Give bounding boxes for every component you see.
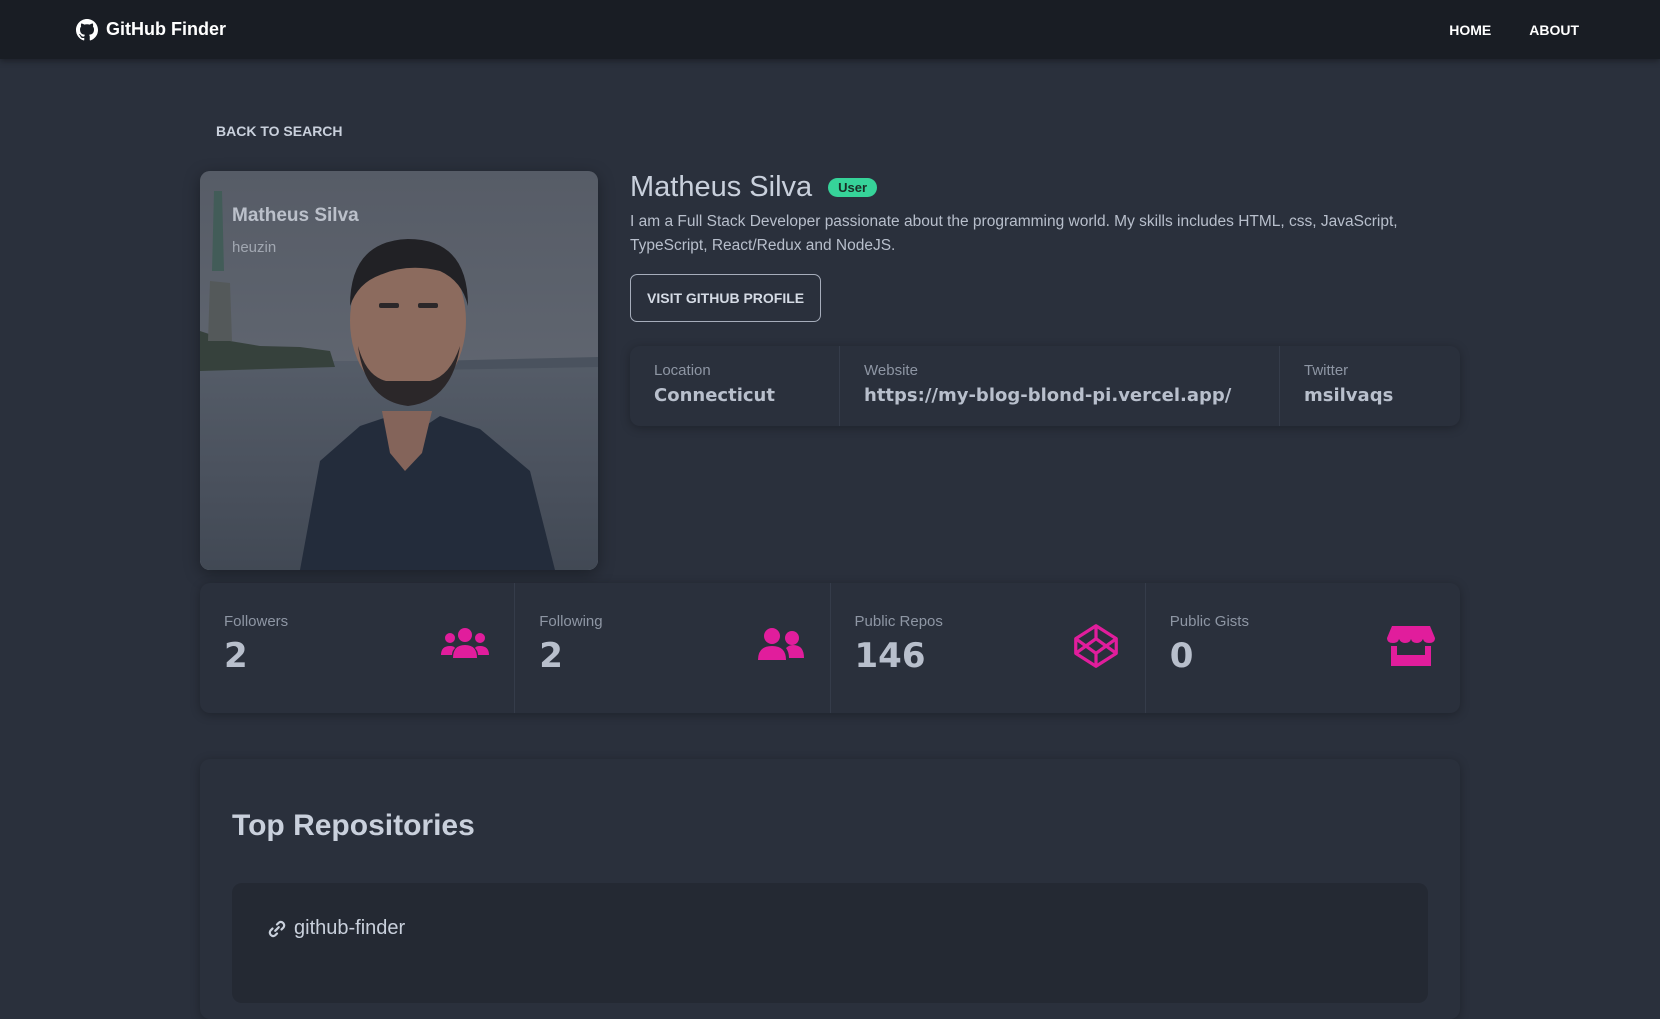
store-icon (1387, 626, 1435, 666)
repo-card[interactable]: github-finder (232, 883, 1428, 1003)
location-value: Connecticut (654, 385, 775, 406)
followers-stat: Followers 2 (200, 583, 516, 713)
back-to-search-button[interactable]: BACK TO SEARCH (200, 111, 359, 151)
following-stat: Following 2 (515, 583, 831, 713)
info-stats: Location Connecticut Website https://my-… (630, 346, 1460, 426)
website-link[interactable]: https://my-blog-blond-pi.vercel.app/ (864, 385, 1255, 406)
codepen-icon (1073, 624, 1118, 668)
website-stat: Website https://my-blog-blond-pi.vercel.… (840, 346, 1280, 426)
website-title: Website (864, 362, 918, 379)
name-row: Matheus Silva User (630, 171, 1460, 204)
twitter-link[interactable]: msilvaqs (1304, 385, 1436, 406)
twitter-title: Twitter (1304, 362, 1349, 379)
brand-label: GitHub Finder (106, 19, 226, 39)
repo-name[interactable]: github-finder (268, 917, 405, 940)
stats-bar: Followers 2 Following 2 Public Repos 146… (200, 583, 1460, 713)
twitter-stat: Twitter msilvaqs (1280, 346, 1460, 426)
gists-stat: Public Gists 0 (1146, 583, 1460, 713)
nav-about[interactable]: ABOUT (1516, 14, 1592, 46)
location-title: Location (654, 362, 711, 379)
nav-home[interactable]: HOME (1436, 14, 1504, 46)
link-icon (268, 920, 286, 937)
profile-details: Matheus Silva User I am a Full Stack Dev… (630, 171, 1460, 426)
repos-section-title: Top Repositories (232, 809, 475, 842)
location-stat: Location Connecticut (630, 346, 840, 426)
user-friends-icon (757, 628, 804, 660)
top-repositories: Top Repositories github-finder (200, 759, 1460, 1019)
repos-stat: Public Repos 146 (831, 583, 1146, 713)
profile-name: Matheus Silva (630, 171, 813, 203)
github-icon (76, 18, 98, 40)
repo-name-label: github-finder (294, 917, 406, 939)
visit-github-profile-button[interactable]: VISIT GITHUB PROFILE (630, 274, 822, 322)
avatar-card: Matheus Silva heuzin (200, 171, 598, 570)
user-type-badge: User (828, 178, 878, 197)
profile-bio: I am a Full Stack Developer passionate a… (630, 213, 1398, 254)
avatar-overlay-login: heuzin (232, 239, 277, 256)
brand[interactable]: GitHub Finder (76, 18, 226, 41)
navbar: GitHub Finder HOME ABOUT (0, 0, 1660, 59)
nav-links: HOME ABOUT (1436, 14, 1592, 46)
avatar-overlay-name: Matheus Silva (232, 205, 359, 226)
avatar-overlay: Matheus Silva heuzin (232, 205, 359, 256)
users-icon (441, 628, 490, 658)
